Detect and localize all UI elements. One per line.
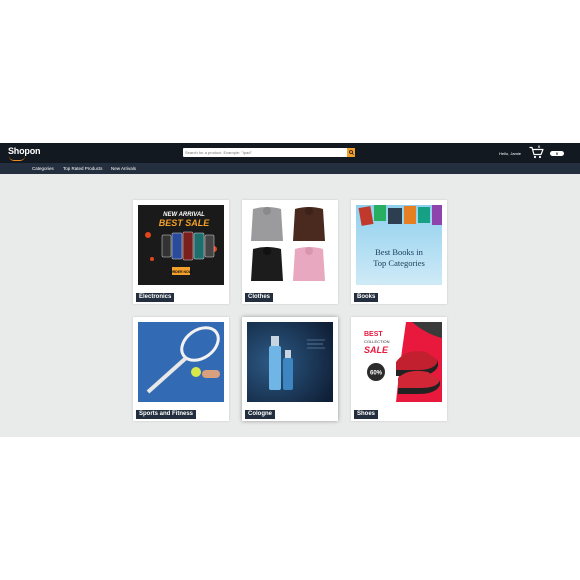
category-card-cologne[interactable]: Cologne: [242, 317, 338, 421]
category-card-books[interactable]: Best Books in Top Categories Books: [351, 200, 447, 304]
art-shoes-collection: COLLECTION: [364, 339, 390, 344]
art-books-line1: Best Books in: [375, 247, 423, 257]
art-order-now: ORDER NOW: [170, 270, 193, 274]
electronics-image: NEW ARRIVAL BEST SALE ORDER NOW: [138, 205, 224, 285]
art-books-line2: Top Categories: [373, 258, 425, 268]
category-label: Cologne: [245, 410, 275, 419]
books-image: Best Books in Top Categories: [356, 205, 442, 285]
user-greeting[interactable]: Hello, Jamie: [499, 151, 521, 156]
nav-new-arrivals[interactable]: New Arrivals: [111, 166, 136, 171]
art-shoes-badge: 60%: [370, 371, 383, 377]
search-button[interactable]: [347, 148, 355, 157]
category-label: Electronics: [136, 293, 175, 302]
category-label: Clothes: [245, 293, 274, 302]
category-card-shoes[interactable]: BEST COLLECTION SALE 60% Shoes: [351, 317, 447, 421]
logo[interactable]: Shopon: [8, 146, 40, 156]
art-shoes-sale: SALE: [364, 345, 389, 355]
shoes-image: BEST COLLECTION SALE 60%: [356, 322, 442, 402]
category-card-electronics[interactable]: NEW ARRIVAL BEST SALE ORDER NOW Electron…: [133, 200, 229, 304]
category-label: Shoes: [354, 410, 379, 419]
clothes-image: [247, 205, 333, 285]
sports-image: [138, 322, 224, 402]
logo-smile-icon: [9, 156, 25, 161]
category-card-sports[interactable]: Sports and Fitness: [133, 317, 229, 421]
search-input[interactable]: [183, 148, 348, 157]
nav-categories[interactable]: Categories: [32, 166, 54, 171]
search-bar: [183, 148, 355, 157]
search-icon: [348, 150, 354, 155]
app-screen: Shopon Hello, Jamie 0 0 Categories Top R…: [0, 143, 580, 437]
art-best-sale: BEST SALE: [159, 218, 211, 228]
top-navbar: Shopon Hello, Jamie 0 0: [0, 143, 580, 163]
account-badge[interactable]: 0: [550, 151, 564, 156]
cart-count: 0: [538, 144, 541, 149]
cologne-image: [247, 322, 333, 402]
category-label: Sports and Fitness: [136, 410, 197, 419]
cart-icon[interactable]: [529, 146, 545, 159]
category-nav-bar: Categories Top Rated Products New Arriva…: [0, 163, 580, 174]
category-label: Books: [354, 293, 379, 302]
category-card-clothes[interactable]: Clothes: [242, 200, 338, 304]
nav-top-rated[interactable]: Top Rated Products: [63, 166, 103, 171]
art-shoes-best: BEST: [364, 331, 383, 338]
